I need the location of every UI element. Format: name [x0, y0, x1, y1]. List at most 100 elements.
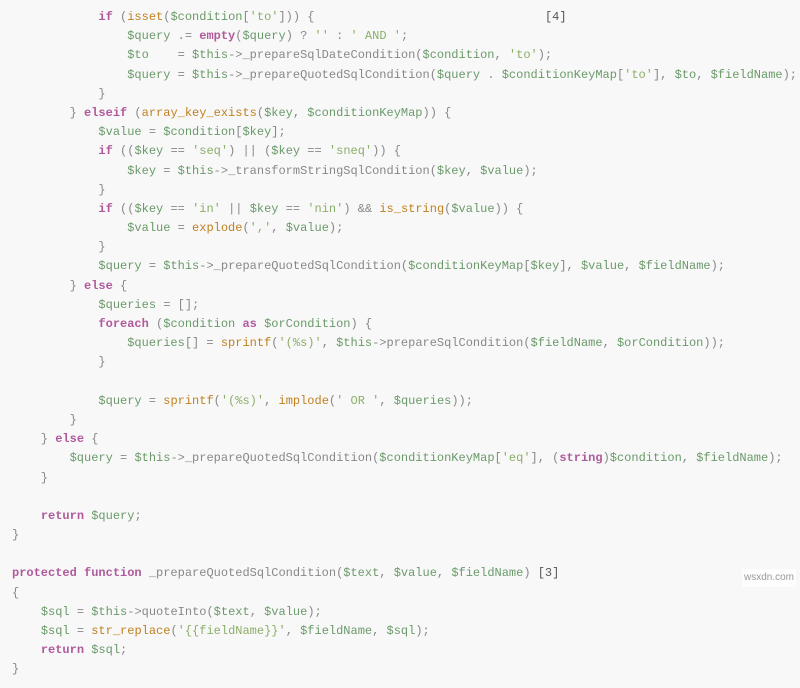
- fn: sprintf: [221, 336, 271, 350]
- fn: sprintf: [163, 394, 213, 408]
- str: 'in': [192, 202, 221, 216]
- fn-empty: empty: [199, 29, 235, 43]
- var: $orCondition: [264, 317, 350, 331]
- keyword-protected: protected: [12, 566, 77, 580]
- var: $conditionKeyMap: [379, 451, 494, 465]
- fn-isset: isset: [127, 10, 163, 24]
- var: $query: [437, 68, 480, 82]
- var: $orCondition: [617, 336, 703, 350]
- str: ',': [250, 221, 272, 235]
- watermark: wsxdn.com: [742, 569, 796, 587]
- var: $fieldName: [696, 451, 768, 465]
- fn: array_key_exists: [142, 106, 257, 120]
- var: $key: [127, 164, 156, 178]
- var: $query: [91, 509, 134, 523]
- var: $fieldName: [451, 566, 523, 580]
- var: $value: [98, 125, 141, 139]
- var: $queries: [98, 298, 156, 312]
- str: 'to': [250, 10, 279, 24]
- cast: string: [559, 451, 602, 465]
- var: $value: [127, 221, 170, 235]
- var: $conditionKeyMap: [502, 68, 617, 82]
- var: $key: [271, 144, 300, 158]
- keyword-elseif: elseif: [84, 106, 127, 120]
- var: $this: [336, 336, 372, 350]
- var: $value: [264, 605, 307, 619]
- method: _prepareQuotedSqlCondition: [185, 451, 372, 465]
- var: $query: [127, 68, 170, 82]
- var: $fieldName: [300, 624, 372, 638]
- var: $text: [343, 566, 379, 580]
- keyword-if: if: [98, 202, 112, 216]
- var: $key: [437, 164, 466, 178]
- var: $this: [178, 164, 214, 178]
- var: $sql: [41, 624, 70, 638]
- fn: str_replace: [91, 624, 170, 638]
- var: $key: [264, 106, 293, 120]
- var: $query: [127, 29, 170, 43]
- var: $fieldName: [531, 336, 603, 350]
- str: 'sneq': [329, 144, 372, 158]
- str: 'seq': [192, 144, 228, 158]
- var: $this: [134, 451, 170, 465]
- method: _prepareQuotedSqlCondition: [242, 68, 429, 82]
- var: $value: [451, 202, 494, 216]
- keyword-return: return: [41, 643, 84, 657]
- var: $sql: [41, 605, 70, 619]
- var: $condition: [163, 317, 235, 331]
- var: $to: [675, 68, 697, 82]
- var: $value: [480, 164, 523, 178]
- var: $to: [127, 48, 149, 62]
- fn-name: _prepareQuotedSqlCondition: [149, 566, 336, 580]
- var: $condition: [170, 10, 242, 24]
- var: $queries: [394, 394, 452, 408]
- str: '(%s)': [221, 394, 264, 408]
- method: _transformStringSqlCondition: [228, 164, 430, 178]
- var: $key: [531, 259, 560, 273]
- var: $query: [242, 29, 285, 43]
- keyword-else: else: [55, 432, 84, 446]
- var: $this: [163, 259, 199, 273]
- keyword-as: as: [242, 317, 256, 331]
- fn: explode: [192, 221, 242, 235]
- str: '(%s)': [278, 336, 321, 350]
- fn: is_string: [379, 202, 444, 216]
- annotation: [4]: [545, 10, 567, 24]
- var: $key: [134, 144, 163, 158]
- var: $condition: [163, 125, 235, 139]
- keyword-function: function: [84, 566, 142, 580]
- str: ' OR ': [336, 394, 379, 408]
- var: $value: [286, 221, 329, 235]
- str: 'to': [509, 48, 538, 62]
- var: $this: [192, 68, 228, 82]
- var: $query: [98, 259, 141, 273]
- annotation: [3]: [538, 566, 560, 580]
- var: $key: [242, 125, 271, 139]
- var: $value: [581, 259, 624, 273]
- keyword-return: return: [41, 509, 84, 523]
- keyword-if: if: [98, 144, 112, 158]
- keyword-foreach: foreach: [98, 317, 148, 331]
- var: $fieldName: [639, 259, 711, 273]
- fn: implode: [279, 394, 329, 408]
- var: $fieldName: [711, 68, 783, 82]
- var: $value: [394, 566, 437, 580]
- str: '': [315, 29, 329, 43]
- code-block: if (isset($condition['to'])) { [4] $quer…: [0, 0, 800, 688]
- var: $conditionKeyMap: [408, 259, 523, 273]
- str: 'to': [624, 68, 653, 82]
- var: $sql: [387, 624, 416, 638]
- keyword-else: else: [84, 279, 113, 293]
- var: $query: [98, 394, 141, 408]
- var: $condition: [423, 48, 495, 62]
- str: ' AND ': [351, 29, 401, 43]
- var: $queries: [127, 336, 185, 350]
- var: $query: [70, 451, 113, 465]
- method: _prepareQuotedSqlCondition: [214, 259, 401, 273]
- var: $key: [250, 202, 279, 216]
- var: $conditionKeyMap: [307, 106, 422, 120]
- var: $this: [91, 605, 127, 619]
- str: 'nin': [307, 202, 343, 216]
- var: $sql: [91, 643, 120, 657]
- var: $this: [192, 48, 228, 62]
